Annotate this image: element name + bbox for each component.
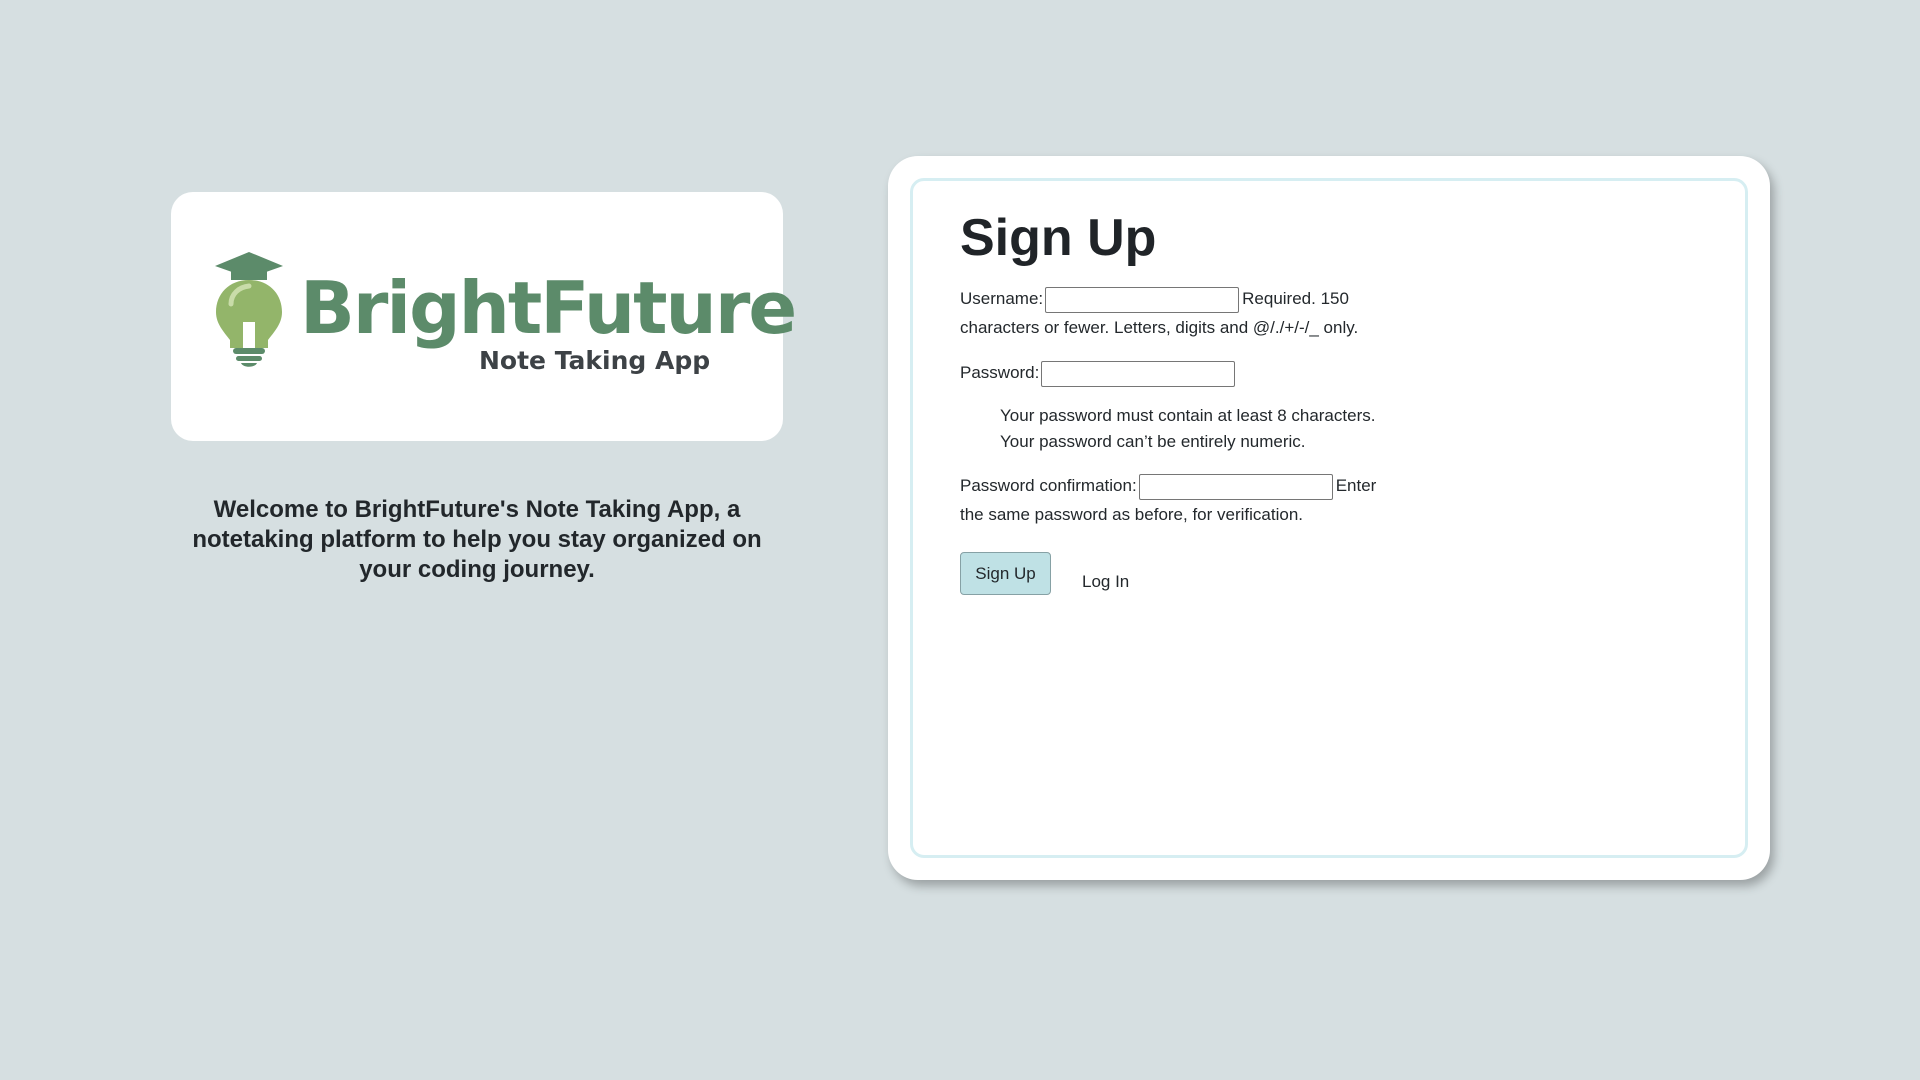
log-in-link[interactable]: Log In [1082,567,1129,596]
signup-card: Sign Up Username: Required. 150 character… [888,156,1770,880]
username-label: Username: [960,289,1044,308]
password-help-list: Your password must contain at least 8 ch… [960,403,1400,455]
form-actions: Sign Up Log In [960,551,1400,596]
brand-name: BrightFuture [300,266,797,350]
password-label: Password: [960,363,1040,382]
branding-panel: BrightFuture Note Taking App Welcome to … [171,192,797,585]
signup-form: Sign Up Username: Required. 150 character… [960,208,1400,596]
username-row: Username: Required. 150 characters or few… [960,284,1400,342]
sign-up-button[interactable]: Sign Up [960,552,1051,595]
password-confirmation-label: Password confirmation: [960,476,1137,495]
password-input[interactable] [1041,360,1236,387]
username-input[interactable] [1045,286,1240,313]
password-confirmation-input[interactable] [1138,473,1333,500]
password-row: Password: [960,358,1400,387]
password-help-item: Your password can’t be entirely numeric. [1000,432,1306,451]
lightbulb-graduation-cap-icon [215,252,283,367]
brand-subtitle: Note Taking App [479,346,711,375]
password-help-item: Your password must contain at least 8 ch… [1000,406,1376,425]
logo-card: BrightFuture Note Taking App [171,192,797,441]
page-title: Sign Up [960,209,1157,267]
password-confirmation-row: Password confirmation: Enter the same pas… [960,471,1400,529]
welcome-text: Welcome to BrightFuture's Note Taking Ap… [192,496,762,583]
